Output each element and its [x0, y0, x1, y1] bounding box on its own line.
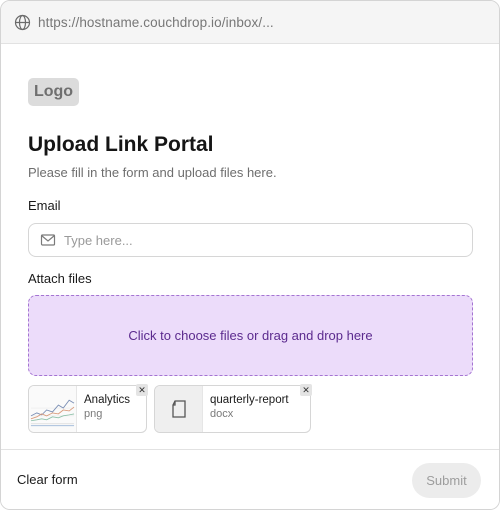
dropzone-text: Click to choose files or drag and drop h…	[128, 328, 373, 343]
file-type: png	[84, 408, 103, 420]
url-text: https://hostname.couchdrop.io/inbox/...	[38, 14, 274, 30]
attach-files-label: Attach files	[28, 271, 92, 286]
email-label: Email	[28, 198, 61, 213]
file-name: quarterly-report	[210, 394, 289, 406]
globe-icon	[14, 14, 31, 31]
clear-form-button[interactable]: Clear form	[17, 472, 78, 487]
line-chart-thumbnail	[29, 386, 77, 432]
file-name: Analytics	[84, 394, 131, 406]
remove-file-button[interactable]: ✕	[136, 384, 148, 396]
submit-button[interactable]: Submit	[412, 463, 481, 498]
close-icon: ✕	[138, 384, 146, 395]
document-icon	[155, 386, 203, 432]
logo: Logo	[28, 78, 79, 106]
page-subtitle: Please fill in the form and upload files…	[28, 165, 277, 180]
file-type: docx	[210, 408, 234, 420]
upload-portal-window: https://hostname.couchdrop.io/inbox/... …	[0, 0, 500, 510]
mail-icon	[40, 232, 56, 248]
close-icon: ✕	[302, 384, 310, 395]
file-card-quarterly-report: quarterly-report docx ✕	[154, 384, 312, 433]
form-footer: Clear form Submit	[1, 449, 499, 509]
file-card-analytics: Analytics png ✕	[28, 384, 148, 433]
email-field[interactable]	[28, 223, 473, 257]
address-bar[interactable]: https://hostname.couchdrop.io/inbox/...	[1, 1, 499, 44]
email-input[interactable]	[64, 232, 444, 248]
remove-file-button[interactable]: ✕	[300, 384, 312, 396]
file-dropzone[interactable]: Click to choose files or drag and drop h…	[28, 295, 473, 376]
page-title: Upload Link Portal	[28, 133, 214, 156]
